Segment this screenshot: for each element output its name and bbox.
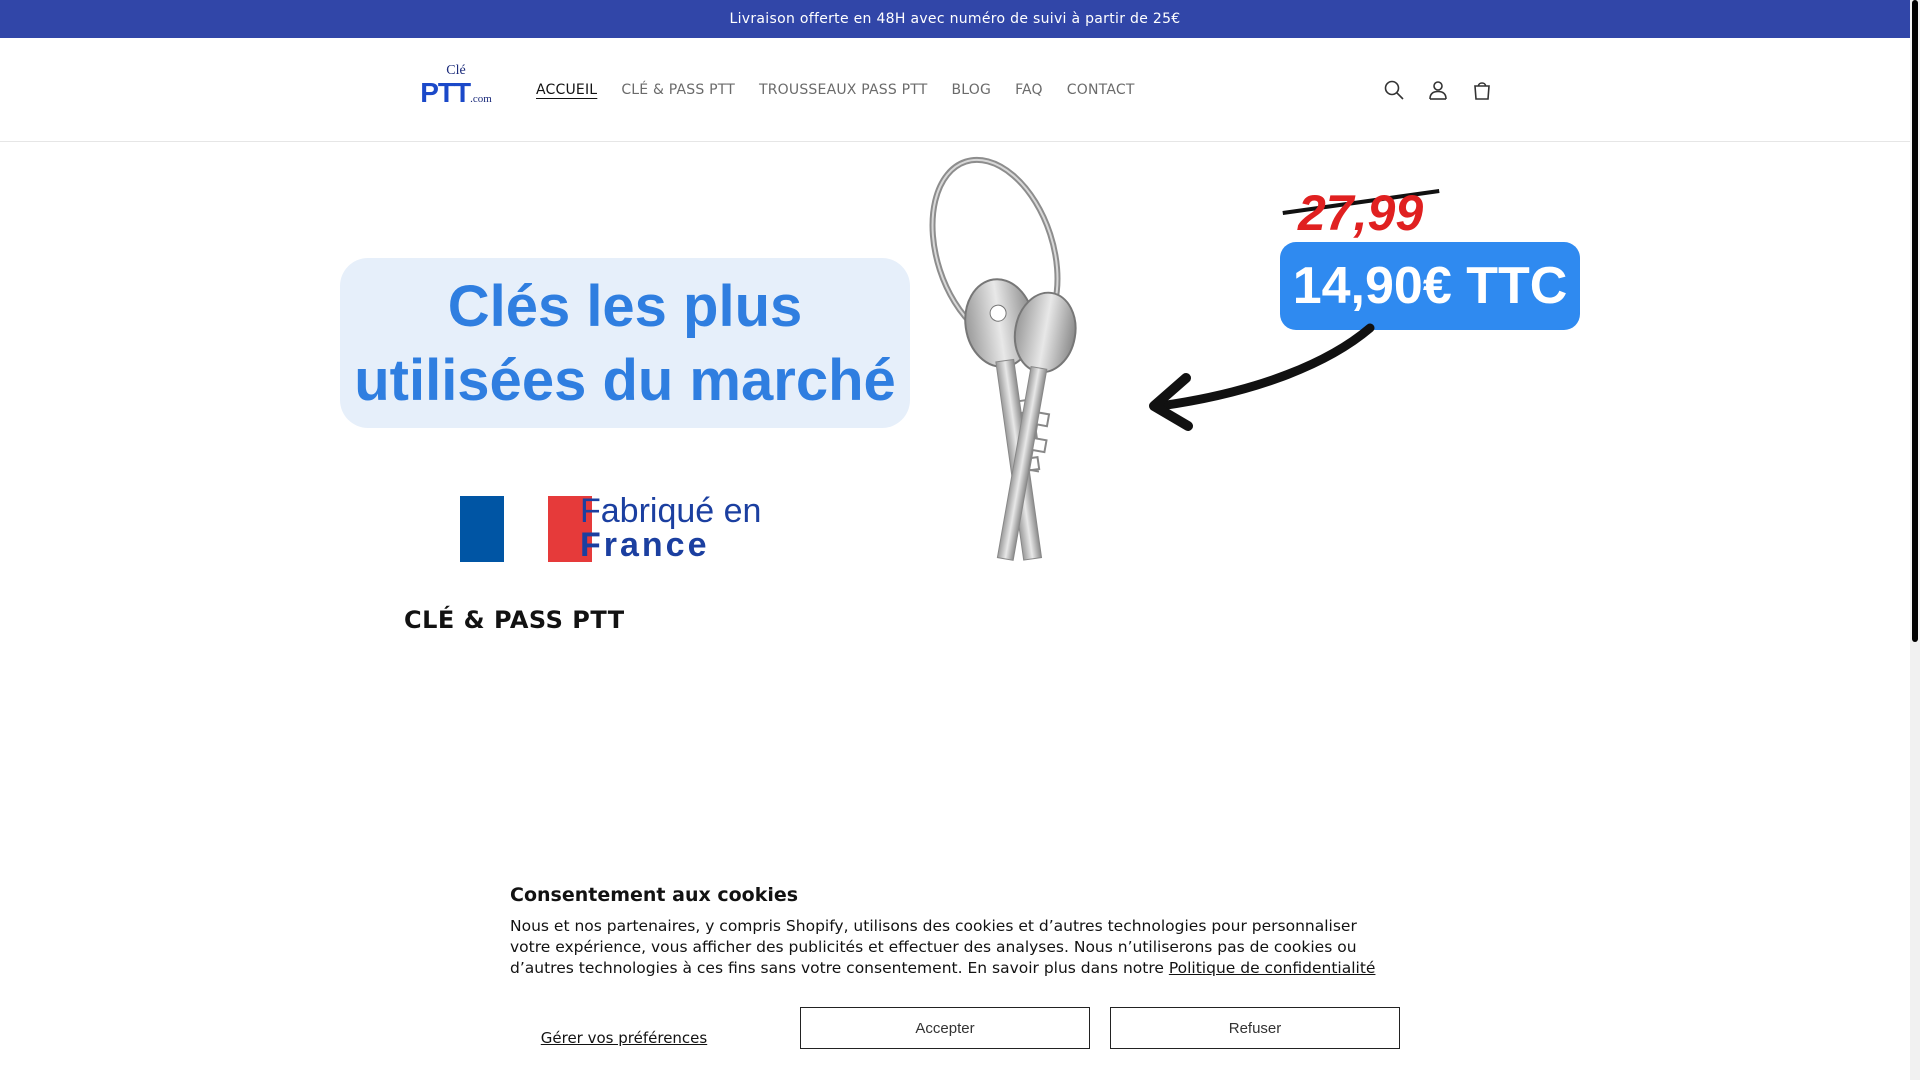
nav-item-cle-pass[interactable]: CLÉ & PASS PTT (609, 82, 747, 98)
made-in-line2: France (580, 526, 710, 562)
account-icon (1429, 81, 1447, 100)
cookie-consent-banner: Consentement aux cookies Nous et nos par… (480, 862, 1424, 1080)
main-nav: ACCUEIL CLÉ & PASS PTT TROUSSEAUX PASS P… (524, 38, 1147, 142)
collection-title: CLÉ & PASS PTT (404, 606, 625, 634)
accept-button[interactable]: Accepter (800, 1007, 1090, 1049)
cart-button[interactable] (1468, 76, 1496, 104)
scrollbar-thumb[interactable] (1912, 0, 1918, 642)
nav-item-faq[interactable]: FAQ (1003, 82, 1055, 98)
arrow-icon (1149, 323, 1375, 431)
logo-main-text: PTT (420, 77, 471, 108)
page: Livraison offerte en 48H avec numéro de … (0, 0, 1920, 1080)
made-in-france: Fabriqué en France (580, 494, 761, 562)
privacy-policy-link[interactable]: Politique de confidentialité (1169, 959, 1376, 977)
decline-button[interactable]: Refuser (1110, 1007, 1400, 1049)
price-badge: 14,90€ TTC (1280, 242, 1580, 330)
old-price: 27,99 (1298, 185, 1424, 241)
banner-headline: Clés les plus utilisées du marché (340, 270, 910, 418)
nav-item-blog[interactable]: BLOG (939, 82, 1003, 98)
made-in-line1: Fabriqué en (580, 492, 762, 530)
logo-top-text: Clé (446, 63, 466, 78)
site-logo[interactable]: Clé PTT.com (420, 64, 492, 116)
banner-headline-line1: Clés les plus (447, 274, 803, 339)
cart-icon (1474, 82, 1490, 100)
announcement-bar: Livraison offerte en 48H avec numéro de … (0, 0, 1910, 38)
manage-preferences-link[interactable]: Gérer vos préférences (510, 1017, 738, 1059)
logo-suffix-text: .com (470, 93, 492, 105)
nav-item-accueil[interactable]: ACCUEIL (524, 82, 609, 98)
account-button[interactable] (1424, 76, 1452, 104)
keys-image (929, 156, 1077, 561)
site-header: Clé PTT.com ACCUEIL CLÉ & PASS PTT TROUS… (0, 38, 1910, 142)
cookie-body: Nous et nos partenaires, y compris Shopi… (510, 916, 1390, 979)
page-scrollbar[interactable] (1910, 0, 1920, 1080)
header-icons (1380, 38, 1496, 142)
search-button[interactable] (1380, 76, 1408, 104)
announcement-text: Livraison offerte en 48H avec numéro de … (729, 11, 1181, 27)
cookie-title: Consentement aux cookies (510, 884, 799, 906)
hero-banner[interactable]: Clés les plus utilisées du marché 27,99 … (0, 142, 1910, 562)
flag-blue (460, 496, 504, 562)
banner-headline-line2: utilisées du marché (354, 348, 896, 413)
search-icon (1384, 80, 1404, 100)
nav-item-trousseaux[interactable]: TROUSSEAUX PASS PTT (747, 82, 939, 98)
nav-item-contact[interactable]: CONTACT (1055, 82, 1147, 98)
